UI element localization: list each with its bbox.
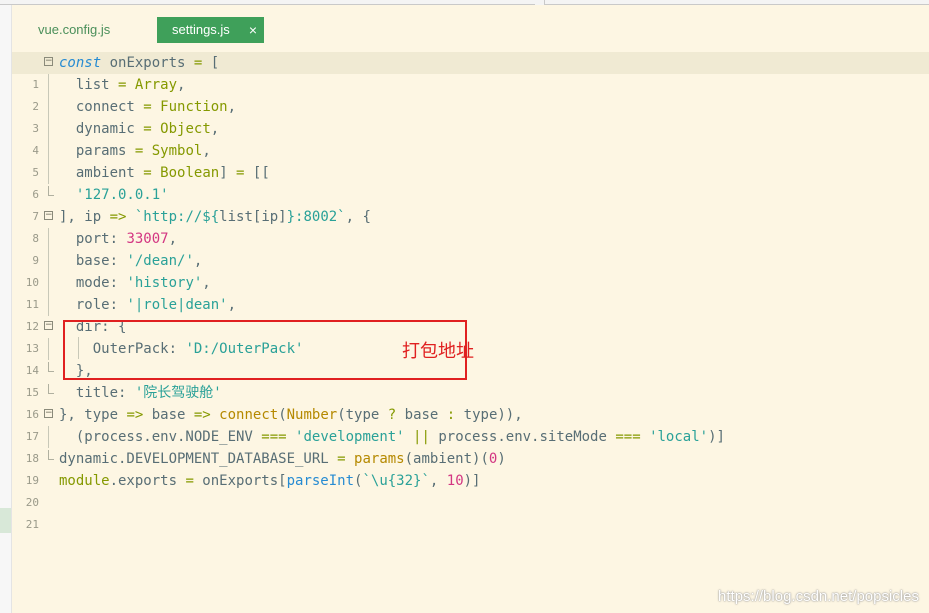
code-line: 12 role: '|role|dean',	[12, 294, 929, 333]
scroll-marker	[0, 508, 11, 533]
fold-guide	[48, 426, 49, 448]
fold-guide	[48, 294, 49, 316]
code-text: title: '院长驾驶舱'	[59, 385, 222, 401]
code-line: 4 dynamic = Object,	[12, 118, 929, 157]
fold-end-marker	[48, 384, 54, 394]
fold-toggle-icon[interactable]: −	[44, 57, 53, 66]
fold-guide	[48, 74, 49, 96]
code-text: ], ip => `http://${list[ip]}:8002`, {	[59, 209, 371, 225]
code-line: 7 '127.0.0.1'	[12, 184, 929, 223]
code-text: connect = Function,	[59, 99, 237, 115]
fold-end-marker	[48, 362, 54, 372]
tab-bar: vue.config.js settings.js ×	[12, 5, 929, 43]
code-line: 5 params = Symbol,	[12, 140, 929, 179]
left-gutter-strip	[0, 5, 12, 613]
watermark: https://blog.csdn.net/popsicles	[718, 588, 919, 605]
code-line: 9 port: 33007,	[12, 228, 929, 267]
fold-guide	[48, 162, 49, 184]
code-text: module.exports = onExports[parseInt(`\u{…	[59, 473, 481, 489]
code-text: base: '/dean/',	[59, 253, 203, 269]
tab-settings[interactable]: settings.js ×	[157, 17, 264, 43]
code-line: 2 list = Array,	[12, 74, 929, 113]
code-text: const onExports = [	[59, 55, 220, 71]
fold-guide	[48, 118, 49, 140]
line-number: 21	[25, 518, 39, 531]
fold-guide	[48, 140, 49, 162]
code-line: 1 − const onExports = [	[12, 52, 929, 91]
code-text: mode: 'history',	[59, 275, 211, 291]
code-line: 19 dynamic.DEVELOPMENT_DATABASE_URL = pa…	[12, 448, 929, 487]
fold-toggle-icon[interactable]: −	[44, 409, 53, 418]
fold-toggle-icon[interactable]: −	[44, 211, 53, 220]
code-text: dynamic.DEVELOPMENT_DATABASE_URL = param…	[59, 451, 506, 467]
code-line: 11 mode: 'history',	[12, 272, 929, 311]
tab-label: settings.js	[172, 22, 230, 37]
code-text: ambient = Boolean] = [[	[59, 165, 270, 181]
code-text: (process.env.NODE_ENV === 'development' …	[59, 429, 725, 445]
code-line: 21	[12, 492, 929, 531]
code-line: 8 − ], ip => `http://${list[ip]}:8002`, …	[12, 206, 929, 245]
code-text: params = Symbol,	[59, 143, 211, 159]
code-text: '127.0.0.1'	[75, 187, 169, 203]
fold-toggle-icon[interactable]: −	[44, 321, 53, 330]
close-icon[interactable]: ×	[249, 17, 257, 43]
fold-guide	[48, 338, 49, 360]
code-text: }, type => base => connect(Number(type ?…	[59, 407, 523, 423]
code-line: 10 base: '/dean/',	[12, 250, 929, 289]
code-line: 20 module.exports = onExports[parseInt(`…	[12, 470, 929, 509]
fold-end-marker	[48, 186, 54, 196]
code-text: role: '|role|dean',	[59, 297, 237, 313]
fold-guide	[48, 228, 49, 250]
code-text: dynamic = Object,	[59, 121, 220, 137]
fold-guide	[48, 250, 49, 272]
code-line: 16 title: '院长驾驶舱'	[12, 382, 929, 421]
annotation-label: 打包地址	[402, 341, 474, 362]
tab-vue-config[interactable]: vue.config.js	[38, 17, 110, 43]
fold-guide	[48, 96, 49, 118]
code-line: 3 connect = Function,	[12, 96, 929, 135]
fold-end-marker	[48, 450, 54, 460]
code-line: 18 (process.env.NODE_ENV === 'developmen…	[12, 426, 929, 465]
fold-guide	[48, 272, 49, 294]
code-text: list = Array,	[59, 77, 186, 93]
code-line: 6 ambient = Boolean] = [[	[12, 162, 929, 201]
code-text: port: 33007,	[59, 231, 178, 247]
tab-label: vue.config.js	[38, 22, 111, 37]
code-line: 17 − }, type => base => connect(Number(t…	[12, 404, 929, 443]
